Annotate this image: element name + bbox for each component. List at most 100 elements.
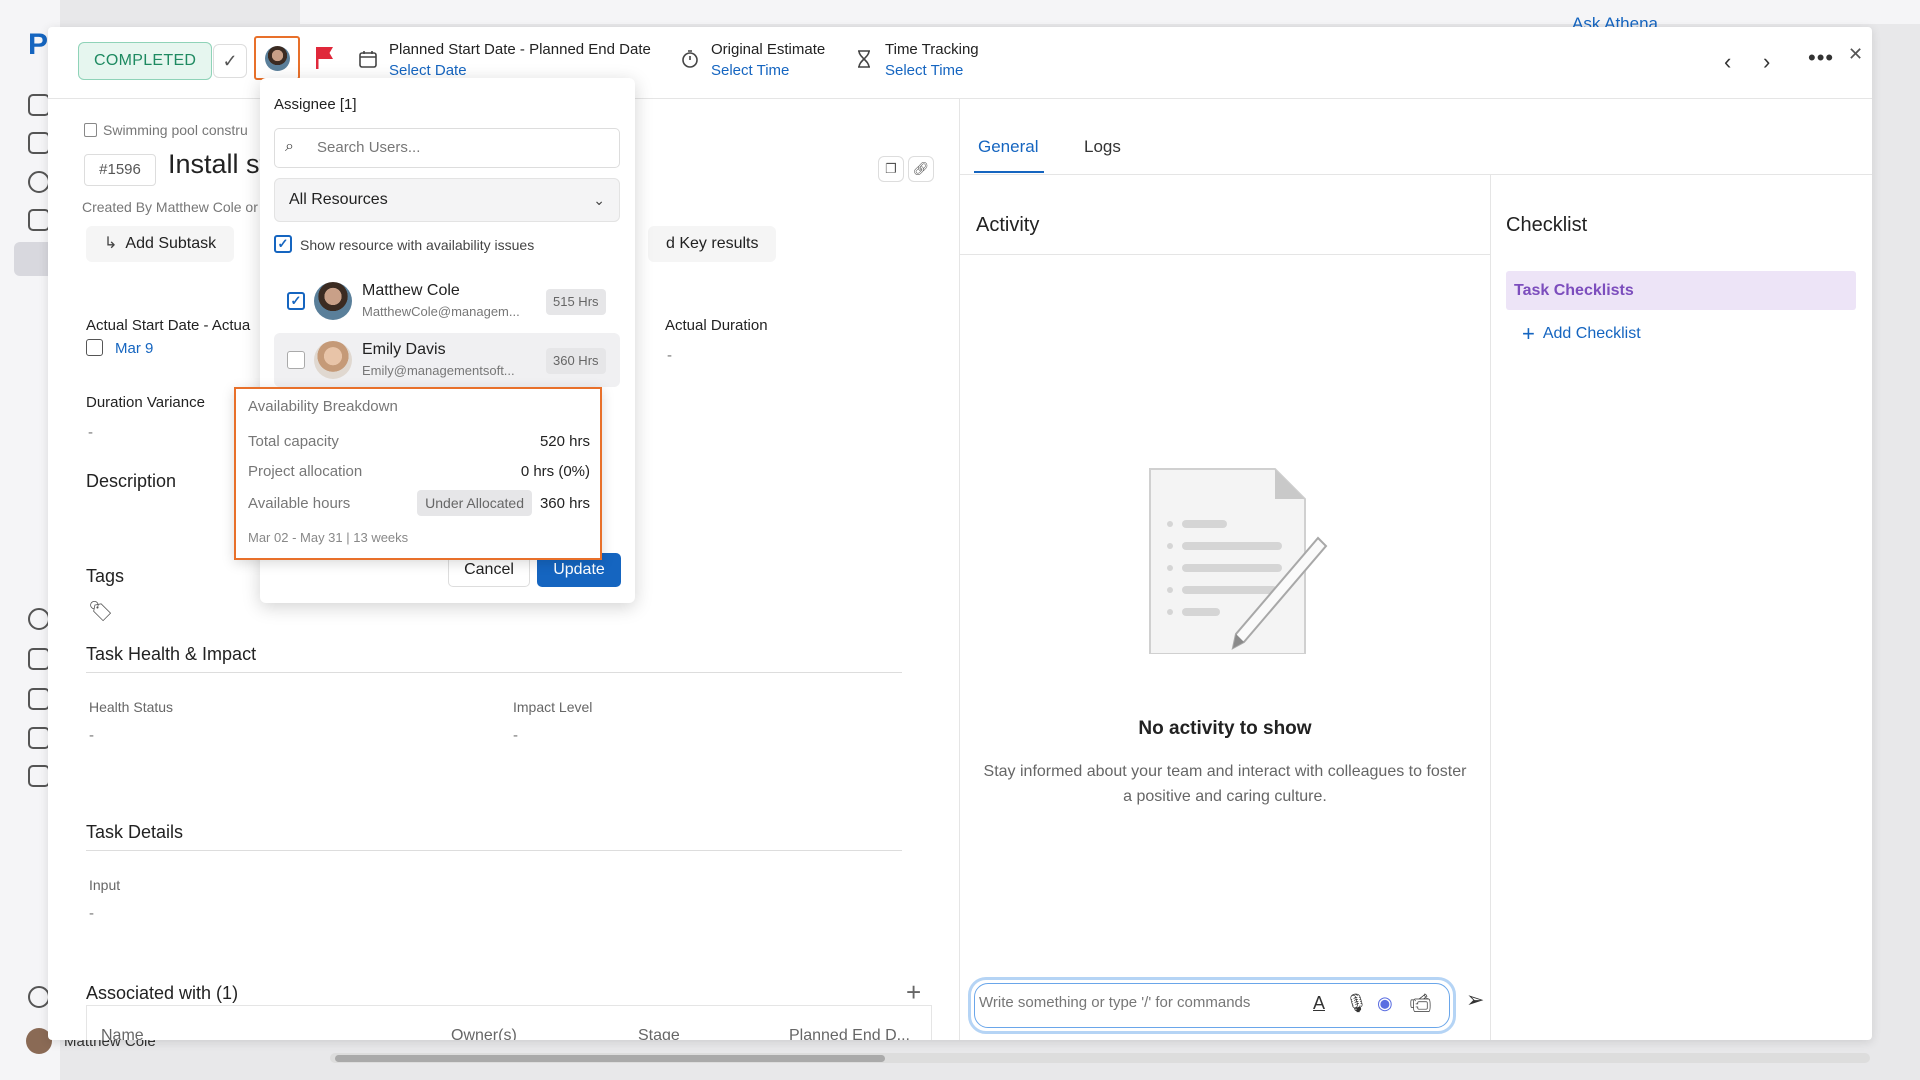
app-logo[interactable]: P: [28, 28, 48, 62]
user-email: MatthewCole@managem...: [362, 304, 520, 319]
available-hours-label: Available hours: [248, 495, 351, 512]
planned-dates-title: Planned Start Date - Planned End Date: [389, 41, 651, 58]
calendar-icon[interactable]: [28, 688, 50, 710]
timesheet-icon[interactable]: [28, 648, 50, 670]
original-estimate[interactable]: Original Estimate Select Time: [711, 41, 825, 79]
complete-check-button[interactable]: ✓: [213, 44, 247, 78]
column-stage[interactable]: Stage: [638, 1027, 680, 1040]
column-divider: [1490, 174, 1491, 1040]
copy-icon[interactable]: ❐: [878, 156, 904, 182]
avatar: [314, 282, 352, 320]
description-label: Description: [86, 471, 177, 491]
user-email: Emily@managementsoft...: [362, 363, 515, 378]
task-checklists-item[interactable]: Task Checklists: [1506, 271, 1856, 310]
column-owners[interactable]: Owner(s): [451, 1027, 517, 1040]
user-checkbox[interactable]: ✓: [287, 292, 305, 310]
select-date-link[interactable]: Select Date: [389, 62, 651, 79]
hours-badge: 515 Hrs: [546, 289, 606, 315]
column-name[interactable]: Name: [101, 1027, 144, 1040]
user-row[interactable]: Emily Davis Emily@managementsoft... 360 …: [274, 333, 620, 387]
resource-filter-value: All Resources: [289, 191, 388, 208]
breadcrumb[interactable]: Swimming pool constru: [84, 122, 248, 138]
timer-icon[interactable]: [28, 608, 50, 630]
allocation-status-badge: Under Allocated: [417, 490, 532, 516]
availability-checkbox[interactable]: ✓: [274, 235, 292, 253]
checklist-title: Checklist: [1506, 214, 1588, 236]
dashboard-icon[interactable]: [28, 132, 50, 154]
comment-input[interactable]: [979, 994, 1279, 1011]
tag-icon[interactable]: 🏷︎: [88, 599, 113, 624]
tooltip-title: Availability Breakdown: [248, 398, 398, 415]
breadcrumb-project[interactable]: Swimming pool constru: [103, 122, 248, 138]
flag-icon[interactable]: [314, 45, 336, 71]
home-icon[interactable]: [28, 94, 50, 116]
video-icon[interactable]: 📹︎: [1409, 993, 1432, 1014]
text-format-icon[interactable]: A: [1313, 993, 1325, 1014]
scrollbar-thumb[interactable]: [335, 1055, 885, 1062]
user-search[interactable]: ⌕: [274, 128, 620, 168]
empty-document-illustration: [1149, 468, 1328, 654]
availability-toggle-label[interactable]: Show resource with availability issues: [300, 237, 534, 253]
project-allocation-value: 0 hrs (0%): [520, 463, 590, 480]
estimate-select-time-link[interactable]: Select Time: [711, 62, 825, 79]
calendar-icon: [359, 51, 377, 68]
divider: [86, 850, 902, 851]
user-checkbox[interactable]: [287, 351, 305, 369]
next-task-icon[interactable]: ›: [1763, 49, 1770, 75]
ai-assistant-icon[interactable]: ◉: [1377, 993, 1393, 1014]
project-allocation-label: Project allocation: [248, 463, 363, 480]
stopwatch-icon: [682, 50, 698, 68]
key-results-button[interactable]: d Key results: [648, 226, 777, 262]
add-checklist-label: Add Checklist: [1542, 325, 1641, 342]
avatar: [314, 341, 352, 379]
input-value[interactable]: -: [89, 905, 94, 922]
actual-dates-value[interactable]: Mar 9: [86, 339, 153, 357]
status-button[interactable]: COMPLETED: [78, 42, 213, 80]
divider: [960, 254, 1490, 255]
add-subtask-button[interactable]: ↳ Add Subtask: [86, 226, 235, 262]
close-icon[interactable]: ✕: [1848, 44, 1863, 65]
microphone-icon[interactable]: 🎙︎: [1345, 993, 1368, 1014]
tasks-icon[interactable]: [28, 209, 50, 231]
search-input[interactable]: [317, 139, 597, 156]
chevron-down-icon: ⌄: [593, 192, 605, 208]
tracking-select-time-link[interactable]: Select Time: [885, 62, 979, 79]
tab-general[interactable]: General: [978, 137, 1038, 157]
previous-task-icon[interactable]: ‹: [1724, 49, 1731, 75]
search-icon: ⌕: [285, 138, 294, 155]
availability-period: Mar 02 - May 31 | 13 weeks: [248, 530, 409, 545]
total-capacity-value: 520 hrs: [539, 433, 590, 450]
tab-logs[interactable]: Logs: [1084, 137, 1121, 157]
total-capacity-label: Total capacity: [248, 433, 339, 450]
reports-icon[interactable]: [28, 727, 50, 749]
add-subtask-label: Add Subtask: [125, 235, 217, 252]
impact-level-value[interactable]: -: [513, 727, 518, 744]
tags-label: Tags: [86, 566, 125, 586]
user-name: Emily Davis: [362, 341, 446, 358]
goals-icon[interactable]: [28, 171, 50, 193]
plus-icon: +: [1522, 321, 1535, 346]
time-tracking[interactable]: Time Tracking Select Time: [885, 41, 979, 79]
send-icon[interactable]: ➢: [1466, 987, 1484, 1013]
settings-icon[interactable]: [28, 986, 50, 1008]
add-association-icon[interactable]: +: [906, 977, 921, 1008]
checklist-nav-icon[interactable]: [28, 765, 50, 787]
task-title[interactable]: Install st: [168, 149, 267, 180]
key-results-label: d Key results: [666, 235, 759, 252]
original-estimate-title: Original Estimate: [711, 41, 826, 58]
add-checklist-button[interactable]: + Add Checklist: [1522, 321, 1641, 347]
comment-composer[interactable]: A 🎙︎ ◉ 📹︎: [968, 977, 1456, 1034]
resource-filter-select[interactable]: All Resources ⌄: [274, 178, 620, 222]
time-tracking-title: Time Tracking: [885, 41, 979, 58]
user-name: Matthew Cole: [362, 282, 460, 299]
assignee-button[interactable]: [254, 36, 300, 80]
link-icon[interactable]: 🔗︎: [908, 156, 934, 182]
column-planned-end[interactable]: Planned End D...: [789, 1027, 910, 1040]
more-options-icon[interactable]: •••: [1808, 45, 1834, 71]
created-by: Created By Matthew Cole or: [82, 199, 258, 215]
planned-dates[interactable]: Planned Start Date - Planned End Date Se…: [389, 41, 651, 79]
activity-panel: General Logs Activity Checklist Task Che…: [960, 99, 1872, 1040]
health-status-value[interactable]: -: [89, 727, 94, 744]
document-icon: [84, 123, 97, 137]
user-row[interactable]: ✓ Matthew Cole MatthewCole@managem... 51…: [274, 274, 620, 328]
